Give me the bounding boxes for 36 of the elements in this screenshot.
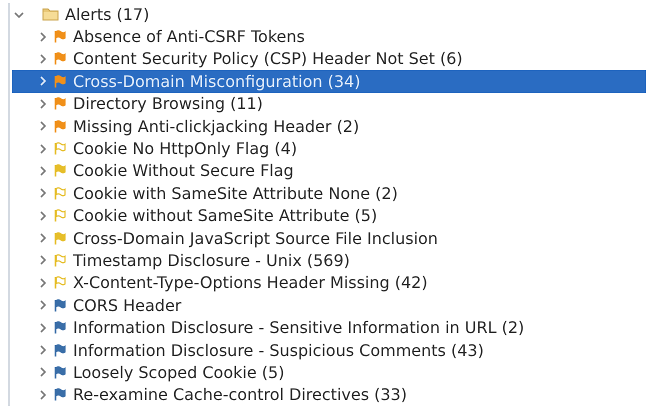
chevron-icon[interactable] — [38, 278, 48, 288]
tree-item[interactable]: Content Security Policy (CSP) Header Not Set (6) — [12, 48, 646, 70]
chevron-icon[interactable] — [38, 98, 48, 109]
tree-item[interactable]: Loosely Scoped Cookie (5) — [12, 361, 646, 384]
chevron-icon[interactable] — [38, 32, 48, 42]
tree-item[interactable]: X-Content-Type-Options Header Missing (42) — [12, 272, 646, 294]
chevron-icon[interactable] — [38, 121, 48, 132]
tree-item[interactable]: Cookie Without Secure Flag — [12, 160, 646, 182]
tree-item[interactable]: Absence of Anti-CSRF Tokens — [12, 25, 646, 48]
tree-item[interactable]: Timestamp Disclosure - Unix (569) — [12, 249, 646, 272]
tree-item[interactable]: Cookie with SameSite Attribute None (2) — [12, 182, 646, 205]
tree-item[interactable]: Re-examine Cache-control Directives (33) — [12, 384, 646, 406]
chevron-icon[interactable] — [38, 255, 48, 266]
chevron-icon[interactable] — [38, 390, 48, 400]
chevron-icon[interactable] — [38, 166, 48, 176]
chevron-icon[interactable] — [38, 76, 48, 86]
chevron-icon[interactable] — [38, 367, 48, 378]
tree-item[interactable]: Cookie No HttpOnly Flag (4) — [12, 137, 646, 160]
tree-item[interactable]: Cookie without SameSite Attribute (5) — [12, 204, 646, 227]
chevron-icon[interactable] — [38, 233, 48, 244]
tree-item[interactable]: Information Disclosure - Suspicious Comments (43) — [12, 338, 646, 362]
folder-icon — [42, 7, 59, 22]
chevron-icon[interactable] — [38, 188, 48, 198]
tree-label: Alerts (17) — [65, 4, 150, 24]
tree-item[interactable]: Missing Anti-clickjacking Header (2) — [12, 114, 646, 138]
chevron-icon[interactable] — [38, 322, 48, 333]
chevron-icon[interactable] — [38, 300, 48, 310]
tree-item[interactable]: Cross-Domain Misconfiguration (34) — [12, 70, 646, 93]
chevron-icon[interactable] — [38, 54, 48, 64]
tree-item[interactable]: Information Disclosure - Sensitive Information in URL (2) — [12, 316, 646, 339]
tree-item[interactable]: Directory Browsing (11) — [12, 92, 646, 115]
chevron-icon[interactable] — [38, 345, 48, 356]
chevron-icon[interactable] — [38, 144, 48, 154]
chevron-icon[interactable] — [38, 210, 48, 221]
tree-item[interactable]: Cross-Domain JavaScript Source File Inclusion — [12, 226, 646, 250]
tree-item[interactable]: CORS Header — [12, 294, 646, 316]
